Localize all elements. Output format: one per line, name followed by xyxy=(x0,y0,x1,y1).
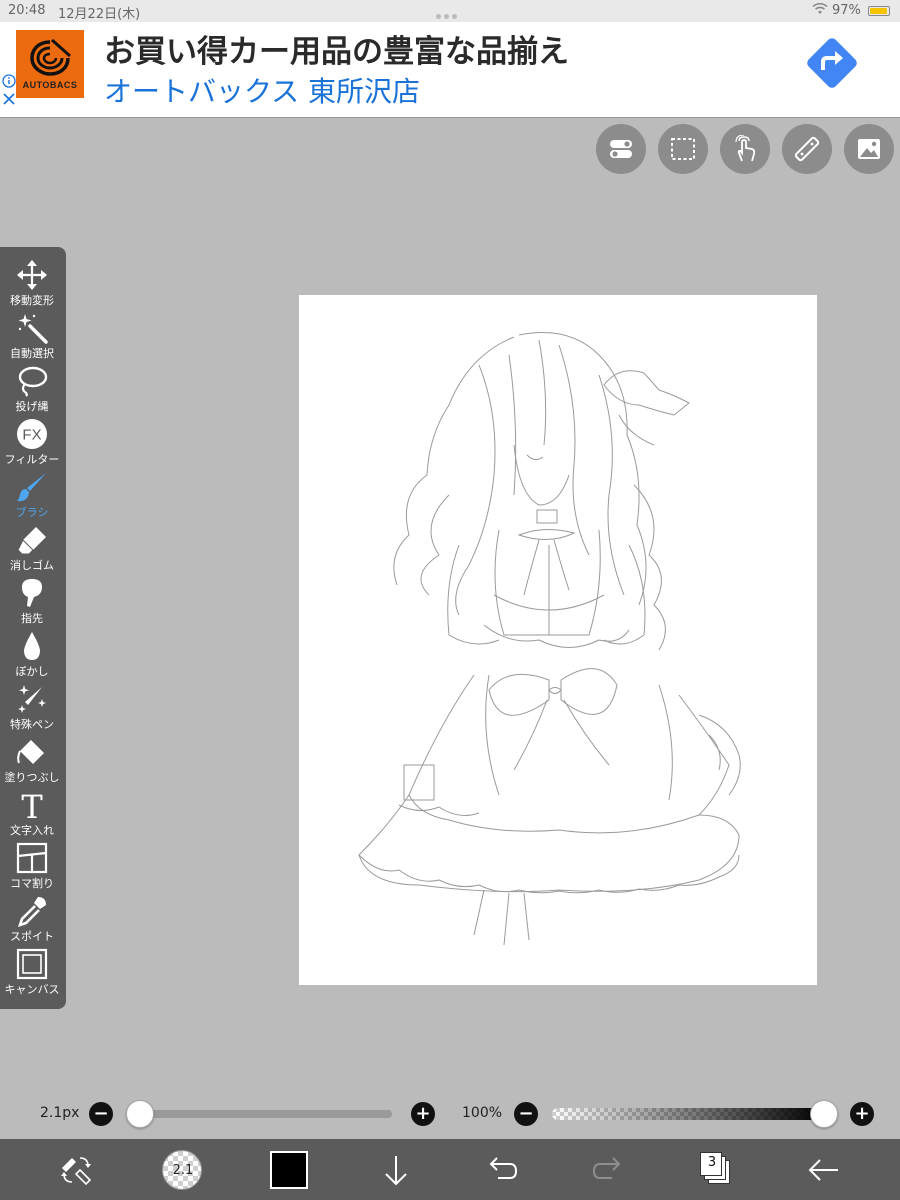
opacity-value: 100% xyxy=(462,1105,503,1121)
opacity-plus-button[interactable]: + xyxy=(850,1102,874,1126)
image-icon xyxy=(858,139,880,159)
tool-eraser[interactable]: 消しゴム xyxy=(0,518,64,572)
autobacs-swirl-icon xyxy=(30,38,71,76)
undo-icon xyxy=(489,1157,518,1179)
move-icon xyxy=(17,260,47,290)
undo-button[interactable] xyxy=(484,1152,520,1188)
toggle-button[interactable] xyxy=(596,124,646,174)
ad-directions-icon[interactable] xyxy=(805,36,859,90)
tool-blur[interactable]: ぼかし xyxy=(0,624,64,678)
blur-drop-icon xyxy=(24,632,40,660)
brush-preview-size: 2.1 xyxy=(172,1163,194,1178)
tool-fill[interactable]: 塗りつぶし xyxy=(0,730,64,784)
gesture-button[interactable] xyxy=(720,124,770,174)
tool-lasso[interactable]: 投げ縄 xyxy=(0,359,64,413)
tool-label: キャンバス xyxy=(4,983,60,996)
brush-size-plus-button[interactable]: + xyxy=(411,1102,435,1126)
eraser-icon xyxy=(17,527,46,555)
finger-icon xyxy=(22,579,42,607)
tool-canvas[interactable]: キャンバス xyxy=(0,942,64,996)
panel-split-icon xyxy=(16,842,48,874)
redo-button[interactable] xyxy=(590,1152,626,1188)
status-date: 12月22日(木) xyxy=(58,7,141,22)
tool-text[interactable]: T 文字入れ xyxy=(0,783,64,837)
tool-panel-split[interactable]: コマ割り xyxy=(0,836,64,890)
canvas-icon xyxy=(16,948,48,980)
status-time: 20:48 xyxy=(8,3,46,18)
ruler-icon xyxy=(794,136,820,162)
tool-brush[interactable]: ブラシ xyxy=(0,465,64,519)
text-glyph: T xyxy=(21,789,43,821)
opacity-knob[interactable] xyxy=(810,1100,838,1128)
bottom-toolbar: 2.1 3 xyxy=(0,1139,900,1200)
tool-move-transform[interactable]: 移動変形 xyxy=(0,253,64,307)
brush-icon xyxy=(17,473,46,502)
tool-special-pen[interactable]: 特殊ペン xyxy=(0,677,64,731)
selection-icon xyxy=(671,138,695,160)
touch-icon xyxy=(735,135,756,162)
ad-banner[interactable]: AUTOBACS お買い得カー用品の豊富な品揃え オートバックス 東所沢店 xyxy=(0,22,900,118)
selection-button[interactable] xyxy=(658,124,708,174)
back-button[interactable] xyxy=(806,1152,842,1188)
tool-sidebar: 移動変形 自動選択 投げ縄 FX フィルター ブラシ 消しゴム 指先 ぼかし 特… xyxy=(0,247,66,1009)
arrow-left-icon xyxy=(808,1159,838,1181)
brush-preview-button[interactable]: 2.1 xyxy=(162,1150,202,1190)
brush-size-minus-button[interactable]: − xyxy=(89,1102,113,1126)
import-button[interactable] xyxy=(378,1152,414,1188)
tool-finger[interactable]: 指先 xyxy=(0,571,64,625)
sparkle-pen-icon xyxy=(18,685,46,713)
ruler-button[interactable] xyxy=(782,124,832,174)
ad-headline[interactable]: お買い得カー用品の豊富な品揃え xyxy=(104,26,569,71)
tool-filter[interactable]: FX フィルター xyxy=(0,412,64,466)
swap-tool-button[interactable] xyxy=(58,1152,94,1188)
brush-size-slider[interactable] xyxy=(126,1100,392,1128)
slider-bar: 2.1px − + 100% − + xyxy=(0,1096,900,1132)
brush-size-value: 2.1px xyxy=(40,1105,80,1121)
layers-button[interactable]: 3 xyxy=(700,1152,734,1186)
battery-icon xyxy=(868,6,890,16)
fx-glyph: FX xyxy=(22,427,41,444)
magic-wand-icon xyxy=(18,314,48,344)
redo-icon xyxy=(592,1157,621,1179)
ad-info-icon[interactable] xyxy=(2,74,16,88)
multitask-dots xyxy=(436,8,464,19)
tool-magic-wand[interactable]: 自動選択 xyxy=(0,306,64,360)
layer-count: 3 xyxy=(707,1155,717,1170)
drawing-canvas[interactable] xyxy=(299,295,817,985)
ad-subline[interactable]: オートバックス 東所沢店 xyxy=(104,70,420,110)
status-bar: 20:48 12月22日(木) 97% xyxy=(0,0,900,22)
battery-percent: 97% xyxy=(832,3,861,18)
toggle-icon xyxy=(610,140,632,158)
brush-size-knob[interactable] xyxy=(126,1100,154,1128)
autobacs-logo: AUTOBACS xyxy=(16,30,84,98)
wifi-icon xyxy=(812,2,828,18)
lasso-icon xyxy=(18,366,48,397)
fill-bucket-icon xyxy=(17,740,44,764)
ad-close-icon[interactable] xyxy=(2,92,16,106)
tool-eyedropper[interactable]: スポイト xyxy=(0,889,64,943)
fx-icon: FX xyxy=(17,419,47,449)
line-art-illustration xyxy=(358,332,741,946)
ad-brand: AUTOBACS xyxy=(22,80,78,90)
opacity-slider[interactable] xyxy=(552,1100,838,1128)
color-swatch-button[interactable] xyxy=(270,1151,308,1189)
layer-card-front: 3 xyxy=(700,1152,722,1176)
text-icon: T xyxy=(21,789,43,821)
opacity-minus-button[interactable]: − xyxy=(514,1102,538,1126)
eyedropper-icon xyxy=(17,897,46,927)
swap-brush-eraser-icon xyxy=(61,1157,92,1186)
arrow-down-icon xyxy=(385,1156,407,1186)
material-button[interactable] xyxy=(844,124,894,174)
